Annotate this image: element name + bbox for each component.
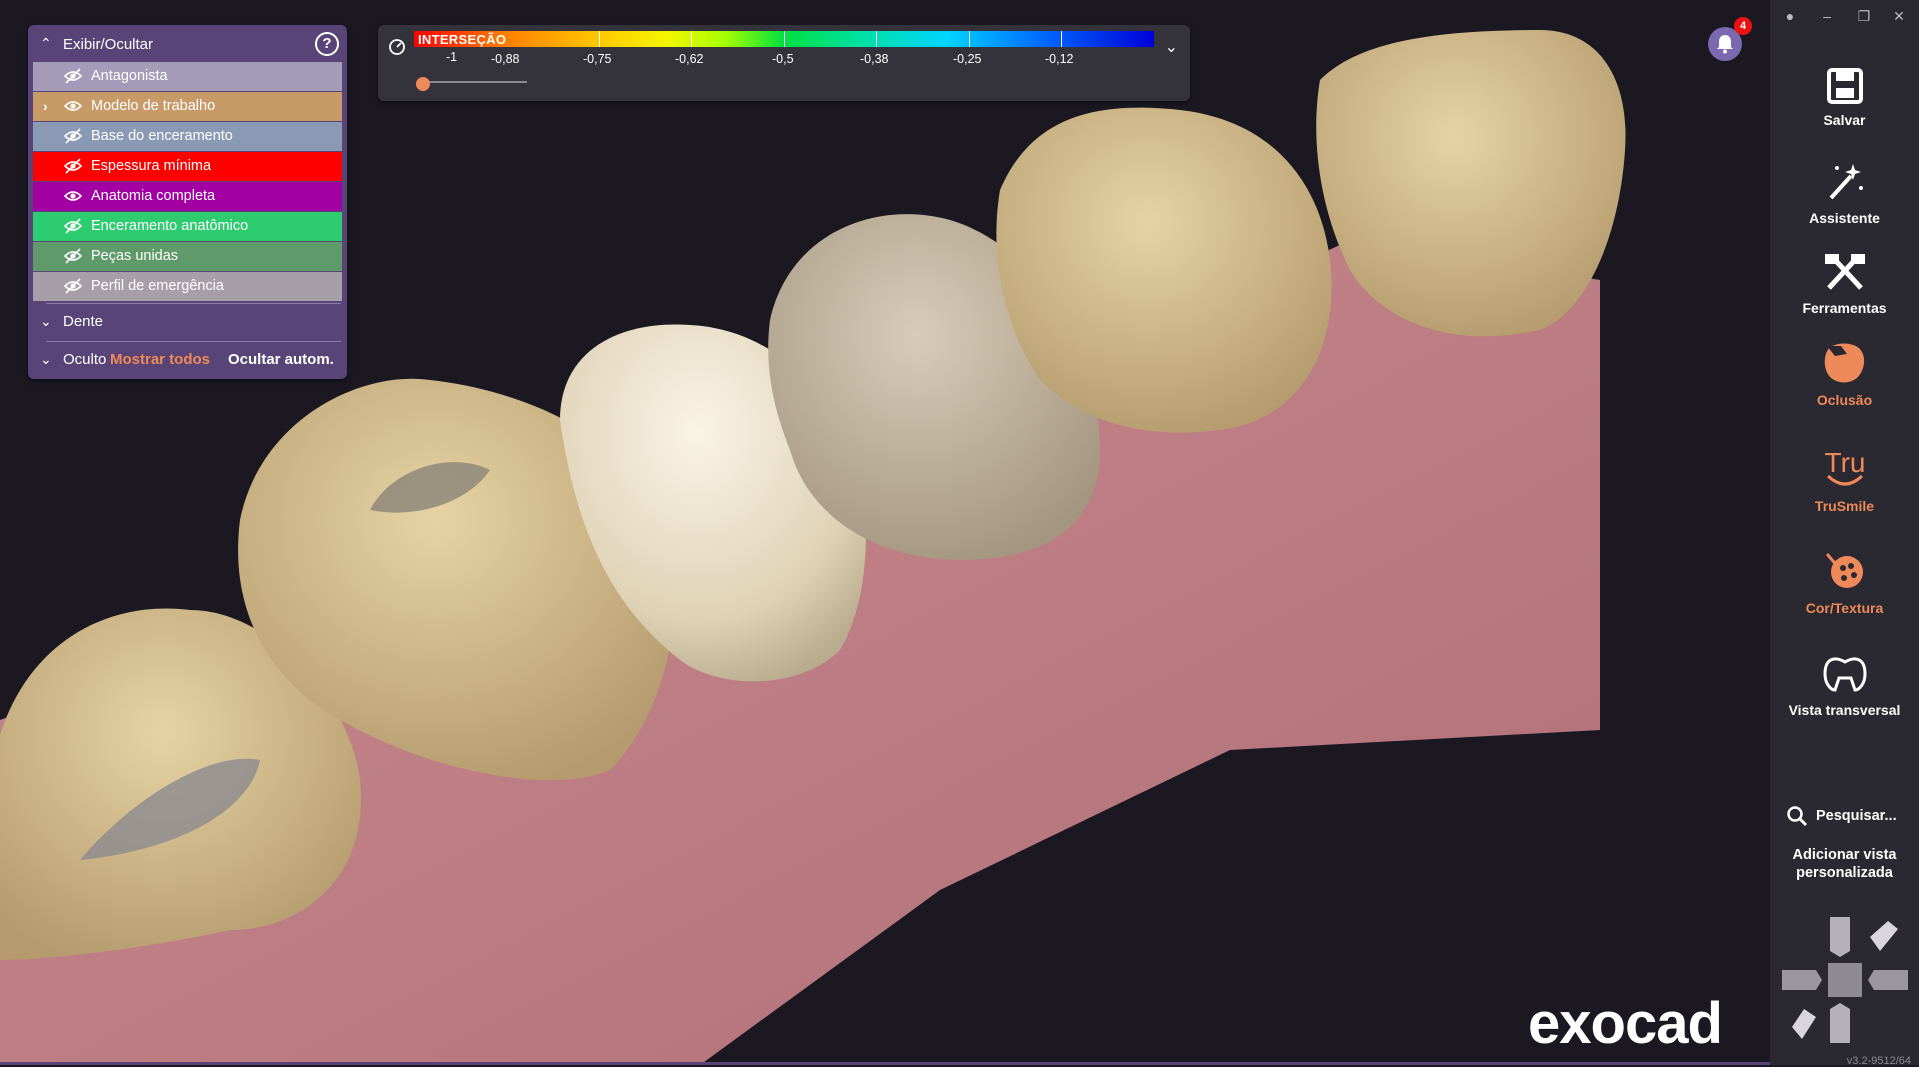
- scale-label: -0,25: [953, 52, 982, 66]
- minimize-icon[interactable]: –: [1818, 8, 1836, 26]
- threshold-slider-track[interactable]: [423, 81, 527, 83]
- threshold-slider-handle[interactable]: [416, 77, 430, 91]
- eye-off-icon[interactable]: [64, 278, 82, 294]
- eye-icon[interactable]: [64, 188, 82, 204]
- user-icon[interactable]: ●: [1781, 8, 1799, 26]
- save-button[interactable]: Salvar: [1770, 66, 1919, 128]
- layer-label: Modelo de trabalho: [91, 98, 216, 114]
- chevron-right-icon[interactable]: ›: [43, 98, 48, 114]
- help-icon[interactable]: ?: [315, 32, 339, 56]
- color-scale-bar: [414, 31, 1154, 47]
- assistant-button[interactable]: Assistente: [1770, 160, 1919, 226]
- chevron-down-icon[interactable]: ⌄: [1165, 37, 1178, 57]
- layer-row[interactable]: Antagonista: [33, 62, 342, 91]
- show-all-button[interactable]: Mostrar todos: [110, 351, 210, 368]
- layer-label: Peças unidas: [91, 248, 179, 264]
- color-scale-panel: INTERSEÇÃO -1 -0,88 -0,75 -0,62 -0,5 -0,…: [378, 25, 1190, 101]
- search-button[interactable]: Pesquisar...: [1786, 805, 1916, 827]
- close-icon[interactable]: ✕: [1890, 8, 1908, 26]
- section-tooth-label: Dente: [63, 313, 104, 330]
- cross-section-icon: [1822, 657, 1867, 692]
- eye-icon[interactable]: [64, 98, 82, 114]
- save-label: Salvar: [1823, 112, 1866, 128]
- scale-label: -0,5: [772, 52, 794, 66]
- layer-row[interactable]: Espessura mínima: [33, 152, 342, 181]
- brand-logo: exocad: [1528, 991, 1723, 1056]
- trusmile-button[interactable]: Tru TruSmile: [1770, 444, 1919, 514]
- layer-row[interactable]: › Modelo de trabalho: [33, 92, 342, 121]
- scale-title: INTERSEÇÃO: [418, 32, 507, 47]
- search-label: Pesquisar...: [1816, 807, 1897, 824]
- scale-tick: [691, 31, 692, 47]
- eye-off-icon[interactable]: [64, 128, 82, 144]
- layer-row[interactable]: Peças unidas: [33, 242, 342, 271]
- tooth-canine: [996, 107, 1332, 433]
- color-texture-label: Cor/Textura: [1805, 600, 1884, 616]
- color-texture-button[interactable]: Cor/Textura: [1770, 546, 1919, 616]
- layer-label: Perfil de emergência: [91, 278, 224, 294]
- eye-off-icon[interactable]: [64, 218, 82, 234]
- layer-row[interactable]: Perfil de emergência: [33, 272, 342, 301]
- occlusion-icon: [1824, 343, 1864, 383]
- layer-label: Enceramento anatômico: [91, 218, 249, 234]
- scale-label: -0,75: [583, 52, 612, 66]
- bell-icon: [1717, 35, 1733, 54]
- layer-label: Espessura mínima: [91, 158, 212, 174]
- eye-off-icon[interactable]: [64, 68, 82, 84]
- scale-label: -0,12: [1045, 52, 1074, 66]
- restore-icon[interactable]: ❐: [1855, 8, 1873, 26]
- add-custom-view-button[interactable]: Adicionar vista personalizada: [1770, 846, 1919, 882]
- scale-label: -0,38: [860, 52, 889, 66]
- divider: [46, 341, 341, 342]
- trusmile-icon: Tru: [1824, 447, 1865, 486]
- save-icon: [1826, 68, 1863, 104]
- notification-count-badge: 4: [1734, 17, 1752, 35]
- scale-tick: [599, 31, 600, 47]
- scale-tick: [1061, 31, 1062, 47]
- section-hidden[interactable]: ⌄ Oculto Mostrar todos Ocultar autom.: [28, 345, 347, 375]
- version-text: v3.2-9512/64: [1846, 1055, 1911, 1067]
- layer-visibility-panel: ⌃ Exibir/Ocultar ? Antagonista › Modelo de…: [28, 25, 347, 379]
- panel-header[interactable]: ⌃ Exibir/Ocultar ?: [28, 25, 347, 61]
- cross-section-label: Vista transversal: [1788, 702, 1901, 718]
- magic-wand-icon: [1829, 164, 1863, 200]
- layer-label: Base do enceramento: [91, 128, 233, 144]
- auto-hide-button[interactable]: Ocultar autom.: [228, 351, 334, 368]
- section-tooth[interactable]: ⌄ Dente: [28, 307, 347, 337]
- chevron-down-icon[interactable]: ⌄: [40, 351, 52, 368]
- cross-section-button[interactable]: Vista transversal: [1770, 650, 1919, 718]
- eye-off-icon[interactable]: [64, 248, 82, 264]
- tools-button[interactable]: Ferramentas: [1770, 250, 1919, 316]
- layer-row[interactable]: Anatomia completa: [33, 182, 342, 211]
- view-cube-icon[interactable]: [1780, 915, 1910, 1045]
- panel-title: Exibir/Ocultar: [63, 36, 154, 53]
- assistant-label: Assistente: [1809, 210, 1880, 226]
- section-hidden-label: Oculto: [63, 351, 107, 368]
- palette-icon: [1825, 553, 1863, 588]
- layer-label: Antagonista: [91, 68, 168, 84]
- scale-tick: [784, 31, 785, 47]
- right-toolbar: ● – ❐ ✕ Salvar Assistente Ferramentas Oc…: [1770, 0, 1919, 1067]
- scale-label: -0,88: [491, 52, 520, 66]
- scale-label: -0,62: [675, 52, 704, 66]
- occlusion-button[interactable]: Oclusão: [1770, 340, 1919, 408]
- trusmile-label: TruSmile: [1814, 498, 1875, 514]
- occlusion-label: Oclusão: [1816, 392, 1873, 408]
- eye-off-icon[interactable]: [64, 158, 82, 174]
- gauge-icon[interactable]: [388, 38, 406, 56]
- tools-label: Ferramentas: [1802, 300, 1887, 316]
- scale-label: -1: [446, 50, 458, 64]
- tools-icon: [1824, 254, 1865, 290]
- search-icon: [1787, 806, 1808, 827]
- layer-label: Anatomia completa: [91, 188, 216, 204]
- svg-text:Tru: Tru: [1824, 447, 1865, 478]
- scale-tick: [969, 31, 970, 47]
- divider: [46, 303, 341, 304]
- scale-tick: [876, 31, 877, 47]
- chevron-down-icon[interactable]: ⌄: [40, 313, 52, 330]
- layer-row[interactable]: Enceramento anatômico: [33, 212, 342, 241]
- layer-row[interactable]: Base do enceramento: [33, 122, 342, 151]
- chevron-up-icon[interactable]: ⌃: [40, 35, 52, 52]
